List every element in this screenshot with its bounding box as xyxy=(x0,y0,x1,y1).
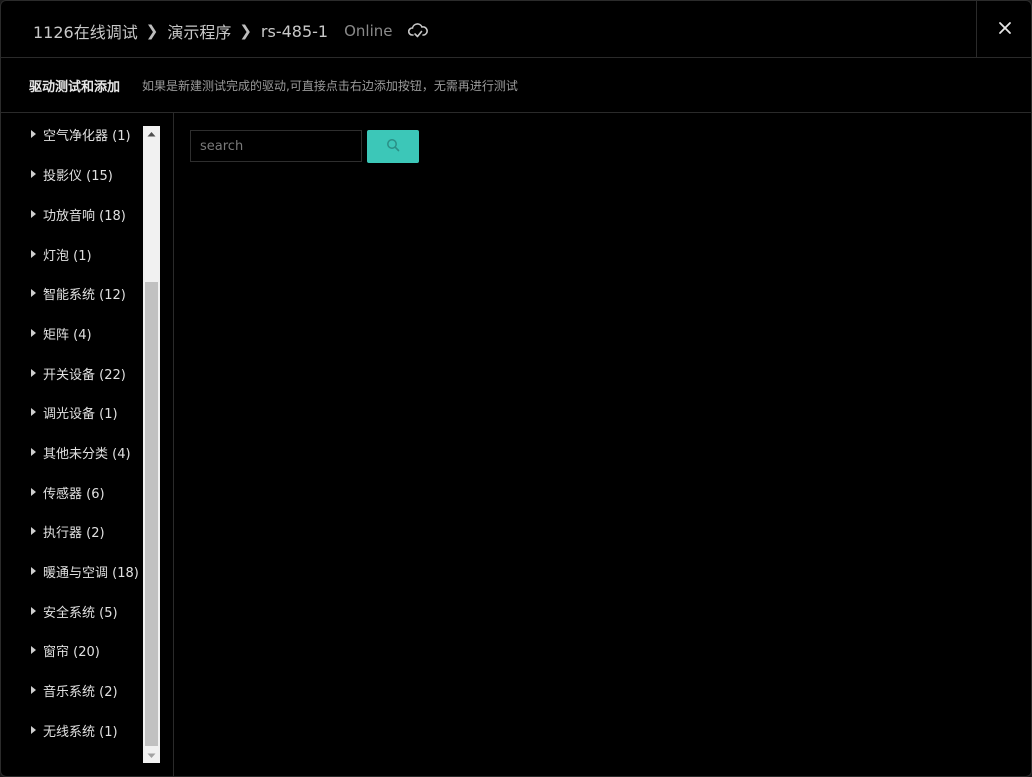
search-icon xyxy=(386,137,400,156)
breadcrumb-item[interactable]: 1126在线调试 xyxy=(33,19,138,43)
category-label: 暖通与空调 (18) xyxy=(43,565,139,581)
category-item[interactable]: 传感器 (6) xyxy=(31,481,105,503)
caret-right-icon xyxy=(31,130,36,138)
category-label: 无线系统 (1) xyxy=(43,724,118,740)
category-item[interactable]: 音乐系统 (2) xyxy=(31,679,118,701)
caret-right-icon xyxy=(31,726,36,734)
category-label: 智能系统 (12) xyxy=(43,287,126,303)
breadcrumb-item[interactable]: rs-485-1 xyxy=(261,22,328,41)
section-title: 驱动测试和添加 xyxy=(29,80,121,95)
category-label: 窗帘 (20) xyxy=(43,644,100,660)
online-status: Online xyxy=(344,22,393,40)
caret-right-icon xyxy=(31,488,36,496)
sidebar-scrollbar[interactable] xyxy=(143,126,160,763)
caret-right-icon xyxy=(31,567,36,575)
breadcrumb: 1126在线调试 ❯ 演示程序 ❯ rs-485-1 Online xyxy=(33,18,429,44)
category-sidebar: 空气净化器 (1) 投影仪 (15) 功放音响 (18) 灯泡 (1) 智能系统… xyxy=(1,113,174,776)
category-item[interactable]: 暖通与空调 (18) xyxy=(31,560,139,582)
driver-test-dialog: 1126在线调试 ❯ 演示程序 ❯ rs-485-1 Online 驱动测试和添… xyxy=(0,0,1032,777)
caret-right-icon xyxy=(31,250,36,258)
caret-right-icon xyxy=(31,289,36,297)
caret-right-icon xyxy=(31,527,36,535)
category-label: 其他未分类 (4) xyxy=(43,446,131,462)
category-item[interactable]: 窗帘 (20) xyxy=(31,639,100,661)
category-label: 开关设备 (22) xyxy=(43,367,126,383)
caret-right-icon xyxy=(31,329,36,337)
category-item[interactable]: 智能系统 (12) xyxy=(31,282,126,304)
category-item[interactable]: 其他未分类 (4) xyxy=(31,441,131,463)
caret-right-icon xyxy=(31,448,36,456)
caret-right-icon xyxy=(31,170,36,178)
caret-right-icon xyxy=(31,646,36,654)
category-item[interactable]: 开关设备 (22) xyxy=(31,362,126,384)
caret-right-icon xyxy=(31,607,36,615)
category-label: 音乐系统 (2) xyxy=(43,684,118,700)
caret-right-icon xyxy=(31,408,36,416)
category-item[interactable]: 灯泡 (1) xyxy=(31,243,92,265)
category-item[interactable]: 矩阵 (4) xyxy=(31,322,92,344)
scrollbar-thumb[interactable] xyxy=(145,282,158,746)
close-button[interactable] xyxy=(976,1,1031,57)
chevron-right-icon: ❯ xyxy=(239,22,252,40)
close-icon xyxy=(998,20,1012,39)
category-item[interactable]: 投影仪 (15) xyxy=(31,163,113,185)
dialog-header: 1126在线调试 ❯ 演示程序 ❯ rs-485-1 Online xyxy=(1,1,1031,58)
category-label: 矩阵 (4) xyxy=(43,327,92,343)
search-button[interactable] xyxy=(367,130,419,163)
category-item[interactable]: 安全系统 (5) xyxy=(31,600,118,622)
category-item[interactable]: 功放音响 (18) xyxy=(31,203,126,225)
category-item[interactable]: 调光设备 (1) xyxy=(31,401,118,423)
category-label: 空气净化器 (1) xyxy=(43,128,131,144)
caret-right-icon xyxy=(31,686,36,694)
cloud-check-icon xyxy=(408,23,429,39)
category-item[interactable]: 空气净化器 (1) xyxy=(31,123,131,145)
category-label: 安全系统 (5) xyxy=(43,605,118,621)
subheader: 驱动测试和添加 如果是新建测试完成的驱动,可直接点击右边添加按钮，无需再进行测试 xyxy=(1,58,1031,113)
category-item[interactable]: 无线系统 (1) xyxy=(31,719,118,741)
breadcrumb-item[interactable]: 演示程序 xyxy=(167,19,231,43)
section-description: 如果是新建测试完成的驱动,可直接点击右边添加按钮，无需再进行测试 xyxy=(142,79,518,93)
caret-right-icon xyxy=(31,210,36,218)
category-label: 功放音响 (18) xyxy=(43,208,126,224)
category-item[interactable]: 执行器 (2) xyxy=(31,520,105,542)
search-input[interactable] xyxy=(190,130,362,162)
category-label: 传感器 (6) xyxy=(43,486,105,502)
scroll-down-arrow-icon[interactable] xyxy=(143,748,160,763)
category-label: 投影仪 (15) xyxy=(43,168,113,184)
category-label: 执行器 (2) xyxy=(43,525,105,541)
category-label: 调光设备 (1) xyxy=(43,406,118,422)
chevron-right-icon: ❯ xyxy=(145,22,159,40)
scroll-up-arrow-icon[interactable] xyxy=(143,126,160,141)
category-label: 灯泡 (1) xyxy=(43,248,92,264)
caret-right-icon xyxy=(31,369,36,377)
